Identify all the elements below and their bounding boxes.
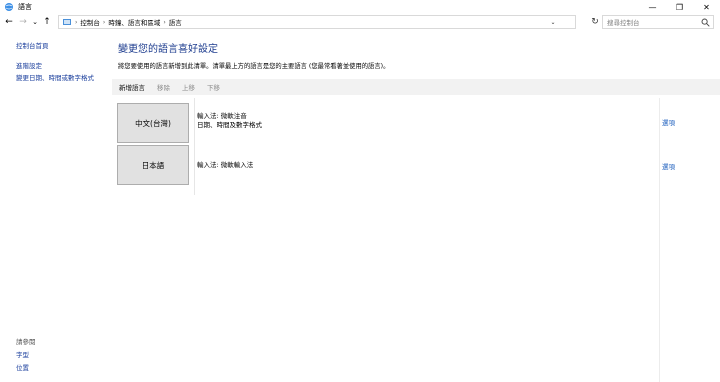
minimize-button[interactable]: — (639, 0, 666, 14)
language-row-japanese: 日本語 輸入法: 微軟輸入法 選項 (117, 145, 720, 185)
search-icon[interactable] (701, 18, 710, 27)
breadcrumb-control-panel[interactable]: 控制台 (80, 17, 100, 27)
search-placeholder: 搜尋控制台 (607, 19, 640, 27)
page-description: 將您要使用的語言新增到此清單。清單最上方的語言是您的主要語言 (您最常看著並使用… (118, 63, 390, 70)
language-globe-icon (4, 2, 14, 12)
breadcrumb-separator: › (75, 18, 78, 26)
options-link-japanese[interactable]: 選項 (662, 161, 675, 171)
window-title: 語言 (18, 3, 32, 11)
input-method-text: 輸入法: 微軟輸入法 (197, 161, 254, 169)
input-method-text: 輸入法: 微軟注音 (197, 112, 247, 120)
address-dropdown-icon[interactable]: ⌄ (547, 16, 559, 28)
maximize-button[interactable]: ❐ (666, 0, 693, 14)
advanced-settings-link[interactable]: 進階設定 (16, 60, 42, 70)
fonts-link[interactable]: 字型 (16, 349, 29, 359)
title-bar: 語言 — ❐ ✕ (0, 0, 720, 14)
change-date-time-format-link[interactable]: 變更日期、時間或數字格式 (16, 72, 94, 82)
breadcrumb-separator: › (102, 18, 106, 26)
see-also-label: 請參閱 (16, 338, 36, 346)
move-up-button[interactable]: 上移 (182, 82, 195, 92)
breadcrumb-separator: › (163, 18, 166, 26)
language-toolbar: 新增語言 移除 上移 下移 (112, 79, 720, 95)
address-bar[interactable]: › 控制台 › 時鐘、語言和區域 › 語言 ⌄ (58, 15, 576, 29)
date-time-format-text: 日期、時間及數字格式 (197, 121, 262, 129)
page-title: 變更您的語言喜好設定 (118, 44, 218, 55)
move-down-button[interactable]: 下移 (207, 82, 220, 92)
refresh-button[interactable]: ↻ (589, 15, 601, 29)
language-button-japanese[interactable]: 日本語 (117, 145, 189, 185)
location-link[interactable]: 位置 (16, 362, 29, 372)
breadcrumb-clock-language-region[interactable]: 時鐘、語言和區域 (108, 17, 160, 27)
forward-button[interactable]: → (16, 15, 30, 29)
breadcrumb-language[interactable]: 語言 (169, 17, 182, 27)
remove-language-button[interactable]: 移除 (157, 82, 170, 92)
up-button[interactable]: ↑ (40, 15, 54, 29)
options-link-chinese[interactable]: 選項 (662, 117, 675, 127)
control-panel-icon (62, 17, 72, 27)
language-button-chinese-taiwan[interactable]: 中文(台灣) (117, 103, 189, 143)
search-input[interactable]: 搜尋控制台 (602, 15, 714, 29)
add-language-button[interactable]: 新增語言 (119, 82, 145, 92)
left-navigation: 控制台首頁 進階設定 變更日期、時間或數字格式 請參閱 字型 位置 (0, 30, 112, 382)
back-button[interactable]: ← (2, 15, 16, 29)
control-panel-home-link[interactable]: 控制台首頁 (16, 40, 49, 50)
close-button[interactable]: ✕ (693, 0, 720, 14)
language-row-chinese: 中文(台灣) 輸入法: 微軟注音 日期、時間及數字格式 選項 (117, 103, 720, 143)
recent-locations-button[interactable]: ⌄ (30, 15, 40, 29)
